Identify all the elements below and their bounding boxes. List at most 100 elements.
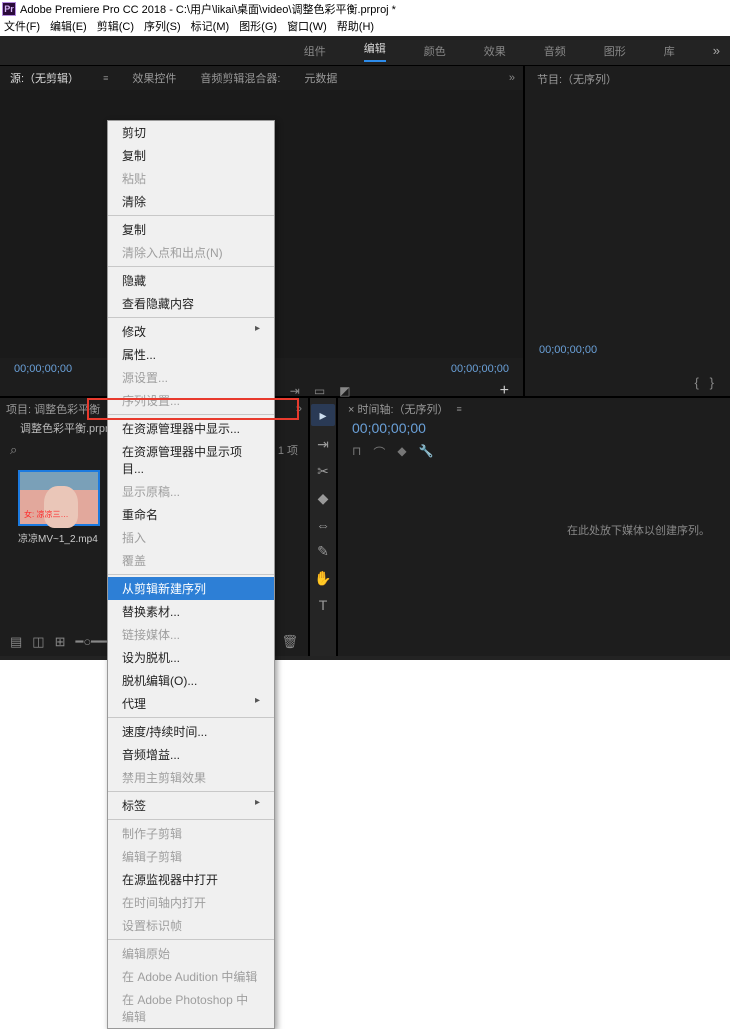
hand-icon[interactable]: ✋ bbox=[314, 570, 331, 587]
context-item: 显示原稿... bbox=[108, 480, 274, 503]
trash-icon[interactable]: 🗑 bbox=[281, 634, 298, 650]
linked-icon[interactable]: ⌒ bbox=[373, 444, 385, 461]
context-item[interactable]: 在资源管理器中显示... bbox=[108, 417, 274, 440]
tab-metadata[interactable]: 元数据 bbox=[304, 70, 337, 86]
menu-graphics[interactable]: 图形(G) bbox=[239, 18, 277, 36]
context-item[interactable]: 标签 bbox=[108, 794, 274, 817]
project-overflow-icon[interactable]: » bbox=[296, 403, 302, 415]
freeform-icon[interactable]: ⊞ bbox=[55, 634, 66, 650]
tab-editing[interactable]: 编辑 bbox=[364, 40, 386, 62]
timeline-panel: × 时间轴:（无序列） ≡ 00;00;00;00 ⊓ ⌒ ◆ 🔧 在此处放下媒… bbox=[338, 398, 730, 656]
context-item[interactable]: 清除 bbox=[108, 190, 274, 213]
context-item[interactable]: 修改 bbox=[108, 320, 274, 343]
tab-color[interactable]: 颜色 bbox=[424, 43, 446, 59]
clip-label: 凉凉MV~1_2.mp4 bbox=[18, 530, 100, 545]
menu-window[interactable]: 窗口(W) bbox=[287, 18, 327, 36]
context-item: 编辑原始 bbox=[108, 942, 274, 965]
tool-panel: ▸ ⇥ ✂ ◆ ⇔ ✎ ✋ T bbox=[310, 398, 338, 656]
context-item[interactable]: 在资源管理器中显示项目... bbox=[108, 440, 274, 480]
tab-effect-controls[interactable]: 效果控件 bbox=[132, 70, 176, 86]
type-icon[interactable]: T bbox=[319, 597, 328, 613]
context-item: 插入 bbox=[108, 526, 274, 549]
timeline-tabs: × 时间轴:（无序列） ≡ bbox=[338, 398, 730, 420]
pen-icon[interactable]: ✎ bbox=[317, 543, 329, 560]
source-out-time: 00;00;00;00 bbox=[451, 363, 509, 375]
timeline-timecode: 00;00;00;00 bbox=[338, 420, 730, 436]
ripple-icon[interactable]: ✂ bbox=[317, 463, 329, 480]
context-item[interactable]: 隐藏 bbox=[108, 269, 274, 292]
context-item: 序列设置... bbox=[108, 389, 274, 412]
context-item[interactable]: 替换素材... bbox=[108, 600, 274, 623]
context-item: 链接媒体... bbox=[108, 623, 274, 646]
menu-help[interactable]: 帮助(H) bbox=[337, 18, 374, 36]
program-monitor-panel: 节目:（无序列） 00;00;00;00 { } bbox=[525, 66, 730, 396]
context-item: 粘贴 bbox=[108, 167, 274, 190]
mark-out-icon[interactable]: } bbox=[710, 375, 714, 390]
context-item: 在 Adobe Photoshop 中编辑 bbox=[108, 988, 274, 1028]
menu-sequence[interactable]: 序列(S) bbox=[144, 18, 181, 36]
mark-in-icon[interactable]: { bbox=[694, 375, 698, 390]
timeline-tab[interactable]: × 时间轴:（无序列） bbox=[348, 401, 449, 417]
context-item[interactable]: 查看隐藏内容 bbox=[108, 292, 274, 315]
context-item[interactable]: 复制 bbox=[108, 218, 274, 241]
export-frame-icon[interactable]: ◩ bbox=[339, 384, 350, 398]
zoom-slider[interactable]: ━○━━ bbox=[76, 634, 107, 650]
tab-assembly[interactable]: 组件 bbox=[304, 43, 326, 59]
project-tab[interactable]: 项目: 调整色彩平衡 bbox=[6, 401, 100, 417]
context-item: 在 Adobe Audition 中编辑 bbox=[108, 965, 274, 988]
search-icon[interactable]: ⌕ bbox=[10, 442, 17, 458]
clip-subtitle: 女: 凉凉三… bbox=[24, 509, 68, 520]
context-item: 覆盖 bbox=[108, 549, 274, 572]
context-item[interactable]: 复制 bbox=[108, 144, 274, 167]
program-transport: { } bbox=[694, 375, 714, 390]
tab-overflow-icon[interactable]: » bbox=[509, 72, 515, 84]
menu-marker[interactable]: 标记(M) bbox=[191, 18, 230, 36]
snap-icon[interactable]: ⊓ bbox=[352, 444, 361, 461]
context-item[interactable]: 剪切 bbox=[108, 121, 274, 144]
insert-icon[interactable]: ⇥ bbox=[290, 384, 300, 398]
tab-audio[interactable]: 音频 bbox=[544, 43, 566, 59]
razor-icon[interactable]: ◆ bbox=[318, 490, 329, 507]
context-item: 编辑子剪辑 bbox=[108, 845, 274, 868]
tab-libraries[interactable]: 库 bbox=[664, 43, 675, 59]
context-item[interactable]: 重命名 bbox=[108, 503, 274, 526]
app-logo: Pr bbox=[2, 2, 16, 16]
context-item[interactable]: 代理 bbox=[108, 692, 274, 715]
context-item[interactable]: 从剪辑新建序列 bbox=[108, 577, 274, 600]
context-item[interactable]: 设为脱机... bbox=[108, 646, 274, 669]
menu-edit[interactable]: 编辑(E) bbox=[50, 18, 87, 36]
context-item[interactable]: 音频增益... bbox=[108, 743, 274, 766]
settings-icon[interactable]: 🔧 bbox=[419, 444, 434, 461]
track-select-icon[interactable]: ⇥ bbox=[317, 436, 329, 453]
workspace-tab-bar: 组件 编辑 颜色 效果 音频 图形 库 » bbox=[0, 36, 730, 66]
app-frame: 组件 编辑 颜色 效果 音频 图形 库 » 源:（无剪辑） ≡ 效果控件 音频剪… bbox=[0, 36, 730, 660]
list-view-icon[interactable]: ▤ bbox=[10, 634, 22, 650]
context-item[interactable]: 速度/持续时间... bbox=[108, 720, 274, 743]
source-tabs: 源:（无剪辑） ≡ 效果控件 音频剪辑混合器: 元数据 » bbox=[0, 66, 523, 90]
icon-view-icon[interactable]: ◫ bbox=[32, 634, 44, 650]
tab-effects[interactable]: 效果 bbox=[484, 43, 506, 59]
tab-source[interactable]: 源:（无剪辑） bbox=[10, 70, 79, 86]
workspace-overflow-icon[interactable]: » bbox=[713, 43, 720, 58]
menu-file[interactable]: 文件(F) bbox=[4, 18, 40, 36]
context-item: 在时间轴内打开 bbox=[108, 891, 274, 914]
title-bar: Pr Adobe Premiere Pro CC 2018 - C:\用户\li… bbox=[0, 0, 730, 18]
title-text: Adobe Premiere Pro CC 2018 - C:\用户\likai… bbox=[20, 1, 396, 17]
tab-graphics[interactable]: 图形 bbox=[604, 43, 626, 59]
context-item[interactable]: 脱机编辑(O)... bbox=[108, 669, 274, 692]
tab-menu-icon[interactable]: ≡ bbox=[103, 73, 108, 83]
tab-audio-mixer[interactable]: 音频剪辑混合器: bbox=[200, 70, 280, 86]
selection-tool-icon[interactable]: ▸ bbox=[311, 404, 335, 426]
context-item[interactable]: 属性... bbox=[108, 343, 274, 366]
context-item: 禁用主剪辑效果 bbox=[108, 766, 274, 789]
clip-image: 女: 凉凉三… bbox=[18, 470, 100, 526]
program-tab[interactable]: 节目:（无序列） bbox=[525, 66, 730, 90]
marker-icon[interactable]: ◆ bbox=[397, 444, 406, 461]
context-item: 制作子剪辑 bbox=[108, 822, 274, 845]
clip-thumbnail[interactable]: 女: 凉凉三… 凉凉MV~1_2.mp4 bbox=[18, 470, 100, 545]
menu-clip[interactable]: 剪辑(C) bbox=[97, 18, 134, 36]
context-item[interactable]: 在源监视器中打开 bbox=[108, 868, 274, 891]
slip-icon[interactable]: ⇔ bbox=[316, 517, 330, 533]
overwrite-icon[interactable]: ▭ bbox=[314, 384, 325, 398]
timeline-menu-icon[interactable]: ≡ bbox=[457, 404, 462, 414]
